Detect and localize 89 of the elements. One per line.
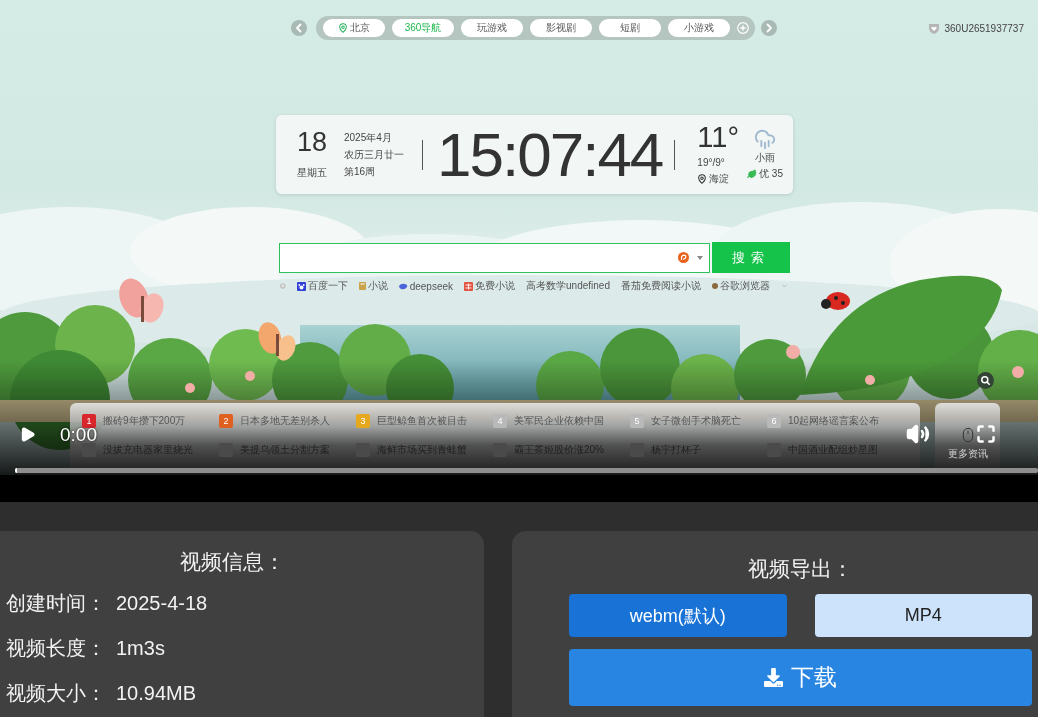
news-title: 女子微创手术脑死亡 xyxy=(651,414,741,428)
quick-link[interactable]: deepseek xyxy=(398,280,453,292)
whale-icon xyxy=(398,282,408,290)
day-number: 18 xyxy=(296,128,327,156)
week-number-text: 第16周 xyxy=(344,165,377,179)
heart-shield-icon[interactable] xyxy=(928,22,941,34)
news-title: 日本多地无差别杀人 xyxy=(240,414,330,428)
circle-logo-icon xyxy=(678,252,689,263)
chevron-left-icon[interactable] xyxy=(291,20,307,36)
clock-time: 15:07:44 xyxy=(437,123,663,186)
quick-link[interactable]: 小说 xyxy=(358,279,388,293)
format-button[interactable]: MP4 xyxy=(814,594,1032,637)
weekday-text: 星期五 xyxy=(297,165,327,180)
news-title: 巨型鲸鱼首次被目击 xyxy=(377,414,467,428)
quick-link[interactable]: 谷歌浏览器 xyxy=(711,279,770,293)
caret-icon[interactable] xyxy=(697,255,703,260)
quick-link[interactable]: 免费小说 xyxy=(464,279,515,293)
rain-cloud-icon xyxy=(754,127,776,150)
news-link[interactable]: 6 10起网络谣言案公布 xyxy=(767,414,904,428)
rank-badge: 6 xyxy=(767,414,781,428)
rank-badge: 4 xyxy=(493,414,507,428)
news-link[interactable]: 1 搬砖9年攒下200万 xyxy=(82,414,219,428)
book-icon xyxy=(358,282,366,290)
play-icon xyxy=(19,425,36,443)
dot-icon xyxy=(711,283,718,289)
rank-badge: 3 xyxy=(356,414,370,428)
plus-icon[interactable] xyxy=(737,22,749,34)
chevron-right-icon[interactable] xyxy=(761,20,777,36)
nav-tab[interactable]: 北京 xyxy=(323,19,385,37)
lunar-date-text: 农历三月廿一 xyxy=(344,148,404,162)
user-id-text: 360U2651937737 xyxy=(944,22,1024,34)
news-link[interactable]: 3 巨型鲸鱼首次被目击 xyxy=(356,414,493,428)
info-label: 视频长度： xyxy=(6,636,106,661)
ladybug-drawing xyxy=(821,292,850,310)
air-quality-text: 优 35 xyxy=(759,166,783,181)
paw-icon xyxy=(296,281,306,291)
search-icon[interactable] xyxy=(977,372,994,389)
nav-tab[interactable]: 360导航 xyxy=(392,19,454,37)
butterfly-drawing xyxy=(258,322,296,361)
quick-link[interactable]: 高考数学undefined xyxy=(526,279,610,293)
nav-tab[interactable]: 短剧 xyxy=(599,19,661,37)
news-link[interactable]: 5 女子微创手术脑死亡 xyxy=(630,414,767,428)
info-value: 10.94MB xyxy=(116,682,197,705)
nav-tab[interactable]: 影视剧 xyxy=(530,19,592,37)
news-title: 搬砖9年攒下200万 xyxy=(103,414,186,428)
rank-badge: 1 xyxy=(82,414,96,428)
quick-link[interactable]: 番茄免费阅读小说 xyxy=(620,279,701,293)
rank-badge: 5 xyxy=(630,414,644,428)
location-pin-icon xyxy=(338,23,348,33)
volume-button[interactable] xyxy=(906,422,930,446)
quick-link[interactable]: 百度一下 xyxy=(296,279,348,293)
month-text: 2025年4月 xyxy=(344,131,393,145)
flower-drawing xyxy=(185,383,195,393)
grid-icon xyxy=(464,281,473,291)
rank-badge: 2 xyxy=(219,414,233,428)
nav-tab[interactable]: 玩游戏 xyxy=(461,19,523,37)
location-text: 海淀 xyxy=(709,171,730,186)
info-label: 创建时间： xyxy=(6,591,106,616)
info-label: 视频大小： xyxy=(6,681,106,706)
temperature-range-text: 19°/9° xyxy=(697,155,725,170)
format-button[interactable]: webm(默认) xyxy=(569,594,787,637)
flower-drawing xyxy=(786,345,800,359)
news-link[interactable]: 4 美军民企业依赖中国 xyxy=(493,414,630,428)
info-value: 1m3s xyxy=(116,637,165,660)
news-title: 10起网络谣言案公布 xyxy=(788,414,880,428)
settings-icon[interactable] xyxy=(280,282,286,290)
flower-drawing xyxy=(245,371,255,381)
info-value: 2025-4-18 xyxy=(116,592,208,615)
nav-tab[interactable]: 小游戏 xyxy=(668,19,730,37)
fullscreen-icon xyxy=(976,424,996,444)
temperature-text: 11° xyxy=(697,122,740,152)
news-title: 美军民企业依赖中国 xyxy=(514,414,604,428)
flower-drawing xyxy=(865,375,875,385)
panel-title: 视频导出： xyxy=(747,556,854,582)
play-button[interactable] xyxy=(19,425,36,443)
news-link[interactable]: 2 日本多地无差别杀人 xyxy=(219,414,356,428)
download-icon xyxy=(764,668,783,687)
location-pin-icon xyxy=(697,173,708,184)
flower-drawing xyxy=(1012,366,1024,378)
speaker-icon xyxy=(906,422,930,446)
weather-text: 小雨 xyxy=(755,150,775,165)
search-field[interactable] xyxy=(279,242,710,273)
more-news-button[interactable]: 更多资讯 xyxy=(935,403,1000,471)
fullscreen-button[interactable] xyxy=(976,424,996,444)
progress-track[interactable] xyxy=(15,468,1038,473)
leaf-icon xyxy=(747,168,758,179)
panel-title: 视频信息： xyxy=(178,549,286,575)
butterfly-drawing xyxy=(119,278,164,323)
download-button[interactable]: 下载 xyxy=(569,649,1032,706)
